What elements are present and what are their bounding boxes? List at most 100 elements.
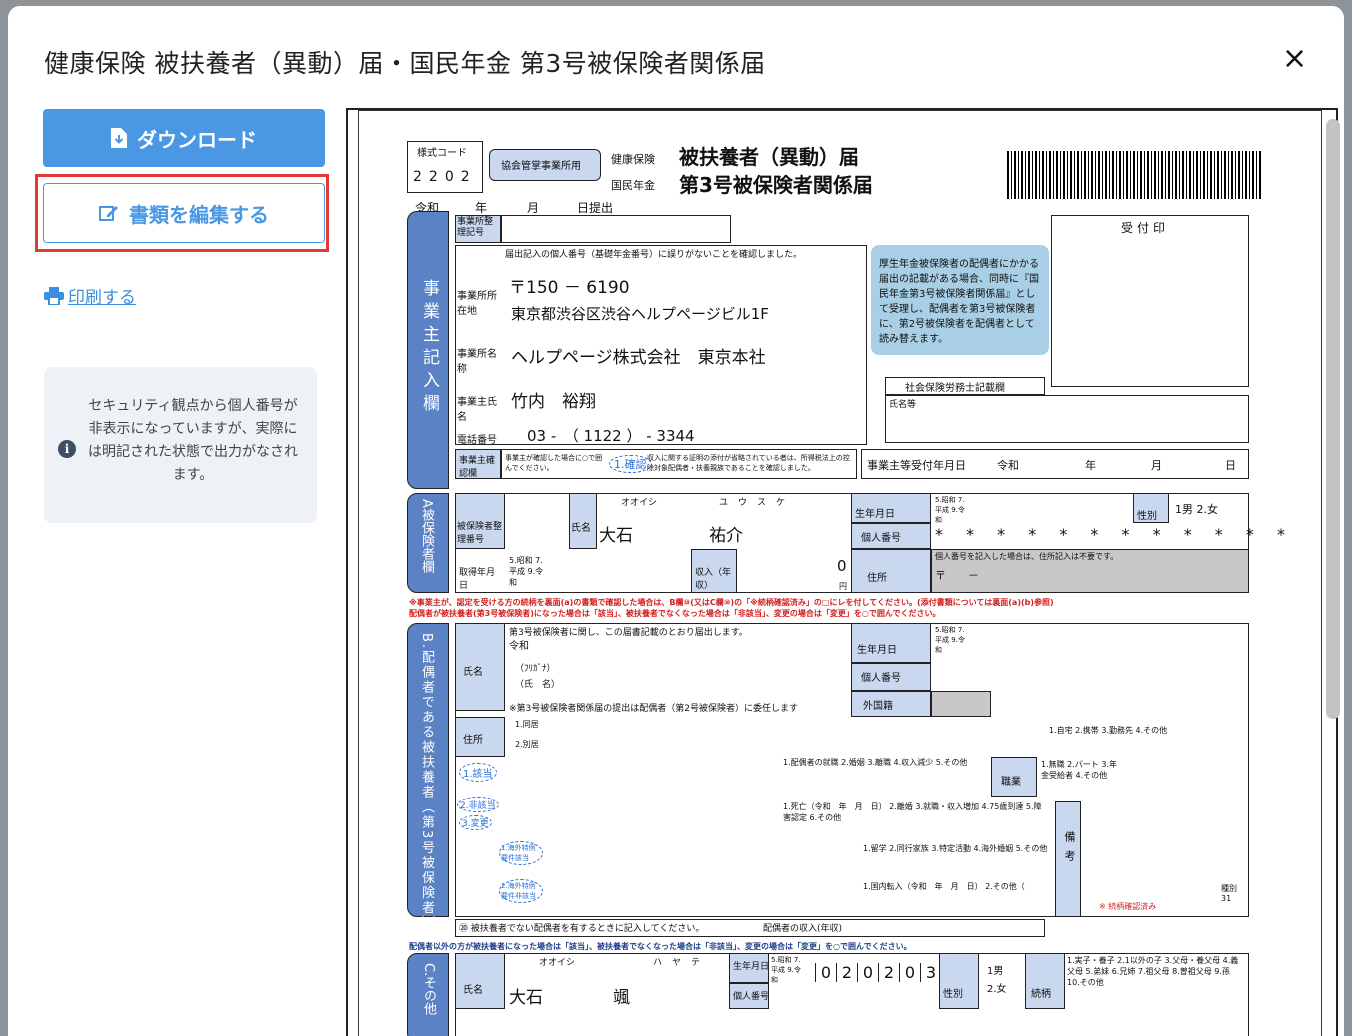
barcode — [1007, 151, 1262, 199]
dokyo-label: 1.同居 — [515, 720, 539, 729]
higaito-circle[interactable]: 2.非該当 — [457, 797, 499, 812]
address-note: 個人番号を記入した場合は、住所記入は不要です。 — [935, 552, 1119, 561]
edit-document-button[interactable]: 書類を編集する — [43, 183, 325, 243]
scrollbar-thumb[interactable] — [1326, 119, 1340, 719]
owner-label: 事業主氏名 — [457, 397, 497, 423]
submit-label: 日提出 — [577, 201, 614, 215]
relation-label-box — [1025, 953, 1065, 1009]
reason-opts-3: 1.留学 2.同行家族 3.特定活動 4.海外婚姻 5.その他 — [863, 844, 1048, 853]
c-birth-digits: 0 2 0 2 0 3 — [815, 963, 942, 982]
income-label: 収入（年収） — [695, 568, 732, 591]
overseas-1[interactable]: 1.海外特例要件該当 — [499, 841, 543, 865]
form-code-label: 様式コード — [417, 148, 467, 159]
c-kana-first: ハヤテ — [653, 958, 711, 968]
received-year: 年 — [1085, 459, 1096, 472]
office-address: 東京都渋谷区渋谷ヘルプページビル1F — [511, 305, 769, 323]
c-sex-label-box — [939, 953, 979, 1009]
address-postal-a: 〒 － — [935, 569, 979, 582]
document-viewer[interactable]: 様式コード 2202 協会管掌事業所用 健康保険 国民年金 被扶養者（異動）届 … — [346, 108, 1338, 1036]
red-note: ※事業主が、認定を受ける方の続柄を裏面(a)の書類で確認した場合は、B欄⑩(又は… — [409, 598, 1054, 607]
office-no-label: 事業所整理記号 — [457, 217, 494, 238]
biko-label: 備考 — [1063, 831, 1076, 869]
kana-last: オオイシ — [621, 498, 658, 508]
year-label: 年 — [475, 201, 488, 215]
receipt-label: 受付印 — [1121, 221, 1170, 235]
address-label-box-a — [851, 549, 931, 593]
delegate-note: ※第3号被保険者関係届の提出は配偶者（第2号被保険者）に委任します — [509, 704, 798, 714]
spouse-note: 第3号被保険者に関し、この届書記載のとおり届出します。 — [509, 628, 748, 638]
sex-opts: 1男 2.女 — [1175, 503, 1218, 516]
kakunin-circle[interactable]: 1.確認 — [609, 455, 652, 473]
spouse-era: 令和 — [509, 641, 529, 652]
sex-label: 性別 — [1137, 511, 1157, 522]
received-era: 令和 — [997, 459, 1019, 472]
address-label: 事業所所在地 — [457, 291, 497, 317]
printer-icon — [44, 286, 64, 305]
sectionA-label: A被保険者欄 — [419, 499, 434, 573]
spouse-name-field-label: （氏 名） — [515, 680, 561, 690]
insured-last-name: 大石 — [599, 526, 633, 546]
c-birth-label: 生年月日 — [733, 962, 770, 972]
foreign-gray — [931, 691, 991, 717]
spouse-birth-label: 生年月日 — [857, 645, 897, 656]
phone-number: 03 - （ 1122 ） - 3344 — [527, 427, 695, 445]
sectionC-label: C.その他 — [421, 963, 436, 1016]
c-name-label: 氏名 — [463, 985, 483, 996]
document-page: 様式コード 2202 協会管掌事業所用 健康保険 国民年金 被扶養者（異動）届 … — [358, 110, 1322, 1036]
henko-circle[interactable]: 3.変更 — [459, 815, 492, 830]
print-label: 印刷する — [68, 288, 136, 308]
c-birth-era-opts: 5.昭和 7.平成 9.令和 — [771, 956, 801, 984]
c-sex-label: 性別 — [943, 989, 963, 1000]
info-icon: i — [58, 440, 76, 458]
received-day: 日 — [1225, 459, 1236, 472]
tel-opts: 1.自宅 2.携帯 3.勤務先 4.その他 — [1049, 726, 1168, 735]
doc-title-1: 被扶養者（異動）届 — [679, 145, 859, 169]
bekkyo-label: 2.別居 — [515, 740, 539, 749]
foreign-label: 外国籍 — [863, 701, 893, 712]
info-bubble-text: 厚生年金被保険者の配偶者にかかる届出の記載がある場合、同時に『国民年金第3号被保… — [879, 259, 1039, 345]
shubetsu: 種別 31 — [1221, 884, 1237, 903]
job-label: 職業 — [1001, 777, 1021, 788]
postal-code: 〒150 － 6190 — [509, 278, 630, 298]
c-kana-last: オオイシ — [539, 958, 576, 968]
acquired-era-opts: 5.昭和 7.平成 9.令和 — [509, 556, 544, 587]
spouse-kana-label: （ﾌﾘｶﾞﾅ） — [515, 664, 556, 674]
office-no-field[interactable] — [501, 215, 731, 243]
insured-first-name: 祐介 — [709, 526, 743, 546]
security-notice: i セキュリティ観点から個人番号が非表示になっていますが、実際には明記された状態… — [44, 367, 317, 523]
red-note-2: 配偶者が被扶養者(第3号被保険者)になった場合は「該当」、被扶養者でなくなった場… — [409, 609, 941, 618]
birth-label: 生年月日 — [855, 509, 895, 520]
close-icon[interactable]: × — [1282, 44, 1307, 74]
spouse-name-label: 氏名 — [463, 667, 483, 678]
print-link[interactable]: 印刷する — [44, 283, 136, 308]
received-month: 月 — [1151, 459, 1162, 472]
zokugara-check[interactable]: ※ 続柄確認済み — [1099, 901, 1156, 912]
kenpo-label: 健康保険 — [611, 153, 655, 166]
mynumber-label: 個人番号 — [861, 533, 901, 544]
c-birth-digit: 2 — [878, 963, 899, 982]
address-label-a: 住所 — [867, 573, 887, 584]
download-button[interactable]: ダウンロード — [43, 109, 325, 167]
c-birth-digit: 2 — [836, 963, 857, 982]
owner-name: 竹内 裕翔 — [511, 392, 596, 412]
notice-text: セキュリティ観点から個人番号が非表示になっていますが、実際には明記された状態で出… — [88, 398, 298, 483]
income-value: 0 — [837, 557, 847, 575]
relation-label: 続柄 — [1031, 989, 1051, 1000]
receipt-stamp-box — [1051, 215, 1249, 387]
overseas-2[interactable]: 2.海外特例要件非該当 — [499, 879, 543, 903]
c-mynumber-label: 個人番号 — [733, 992, 770, 1002]
month-label: 月 — [527, 201, 540, 215]
modal-dialog: 健康保険 被扶養者（異動）届・国民年金 第3号被保険者関係届 × ダウンロード … — [8, 6, 1344, 1036]
download-file-icon — [111, 128, 127, 148]
relation-opts: 1.実子・養子 2.1以外の子 3.父母・養父母 4.義父母 5.弟妹 6.兄姉… — [1067, 956, 1239, 987]
line-c-note: 配偶者以外の方が被扶養者になった場合は「該当」、被扶養者でなくなった場合は「非該… — [409, 942, 912, 951]
edit-label: 書類を編集する — [129, 202, 269, 227]
modal-title: 健康保険 被扶養者（異動）届・国民年金 第3号被保険者関係届 — [44, 49, 766, 78]
c-first-name: 颯 — [613, 988, 630, 1008]
gaito-circle[interactable]: 1.該当 — [459, 763, 497, 782]
c-last-name: 大石 — [509, 988, 543, 1008]
reason-opts-2: 1.死亡（令和 年 月 日） 2.離婚 3.就職・収入増加 4.75歳到達 5.… — [783, 802, 1042, 822]
spouse-mynumber-label: 個人番号 — [861, 673, 901, 684]
line20: ⑳ 被扶養者でない配偶者を有するときに記入してください。 — [459, 924, 705, 934]
confirm-label: 事業主確認欄 — [459, 456, 496, 479]
